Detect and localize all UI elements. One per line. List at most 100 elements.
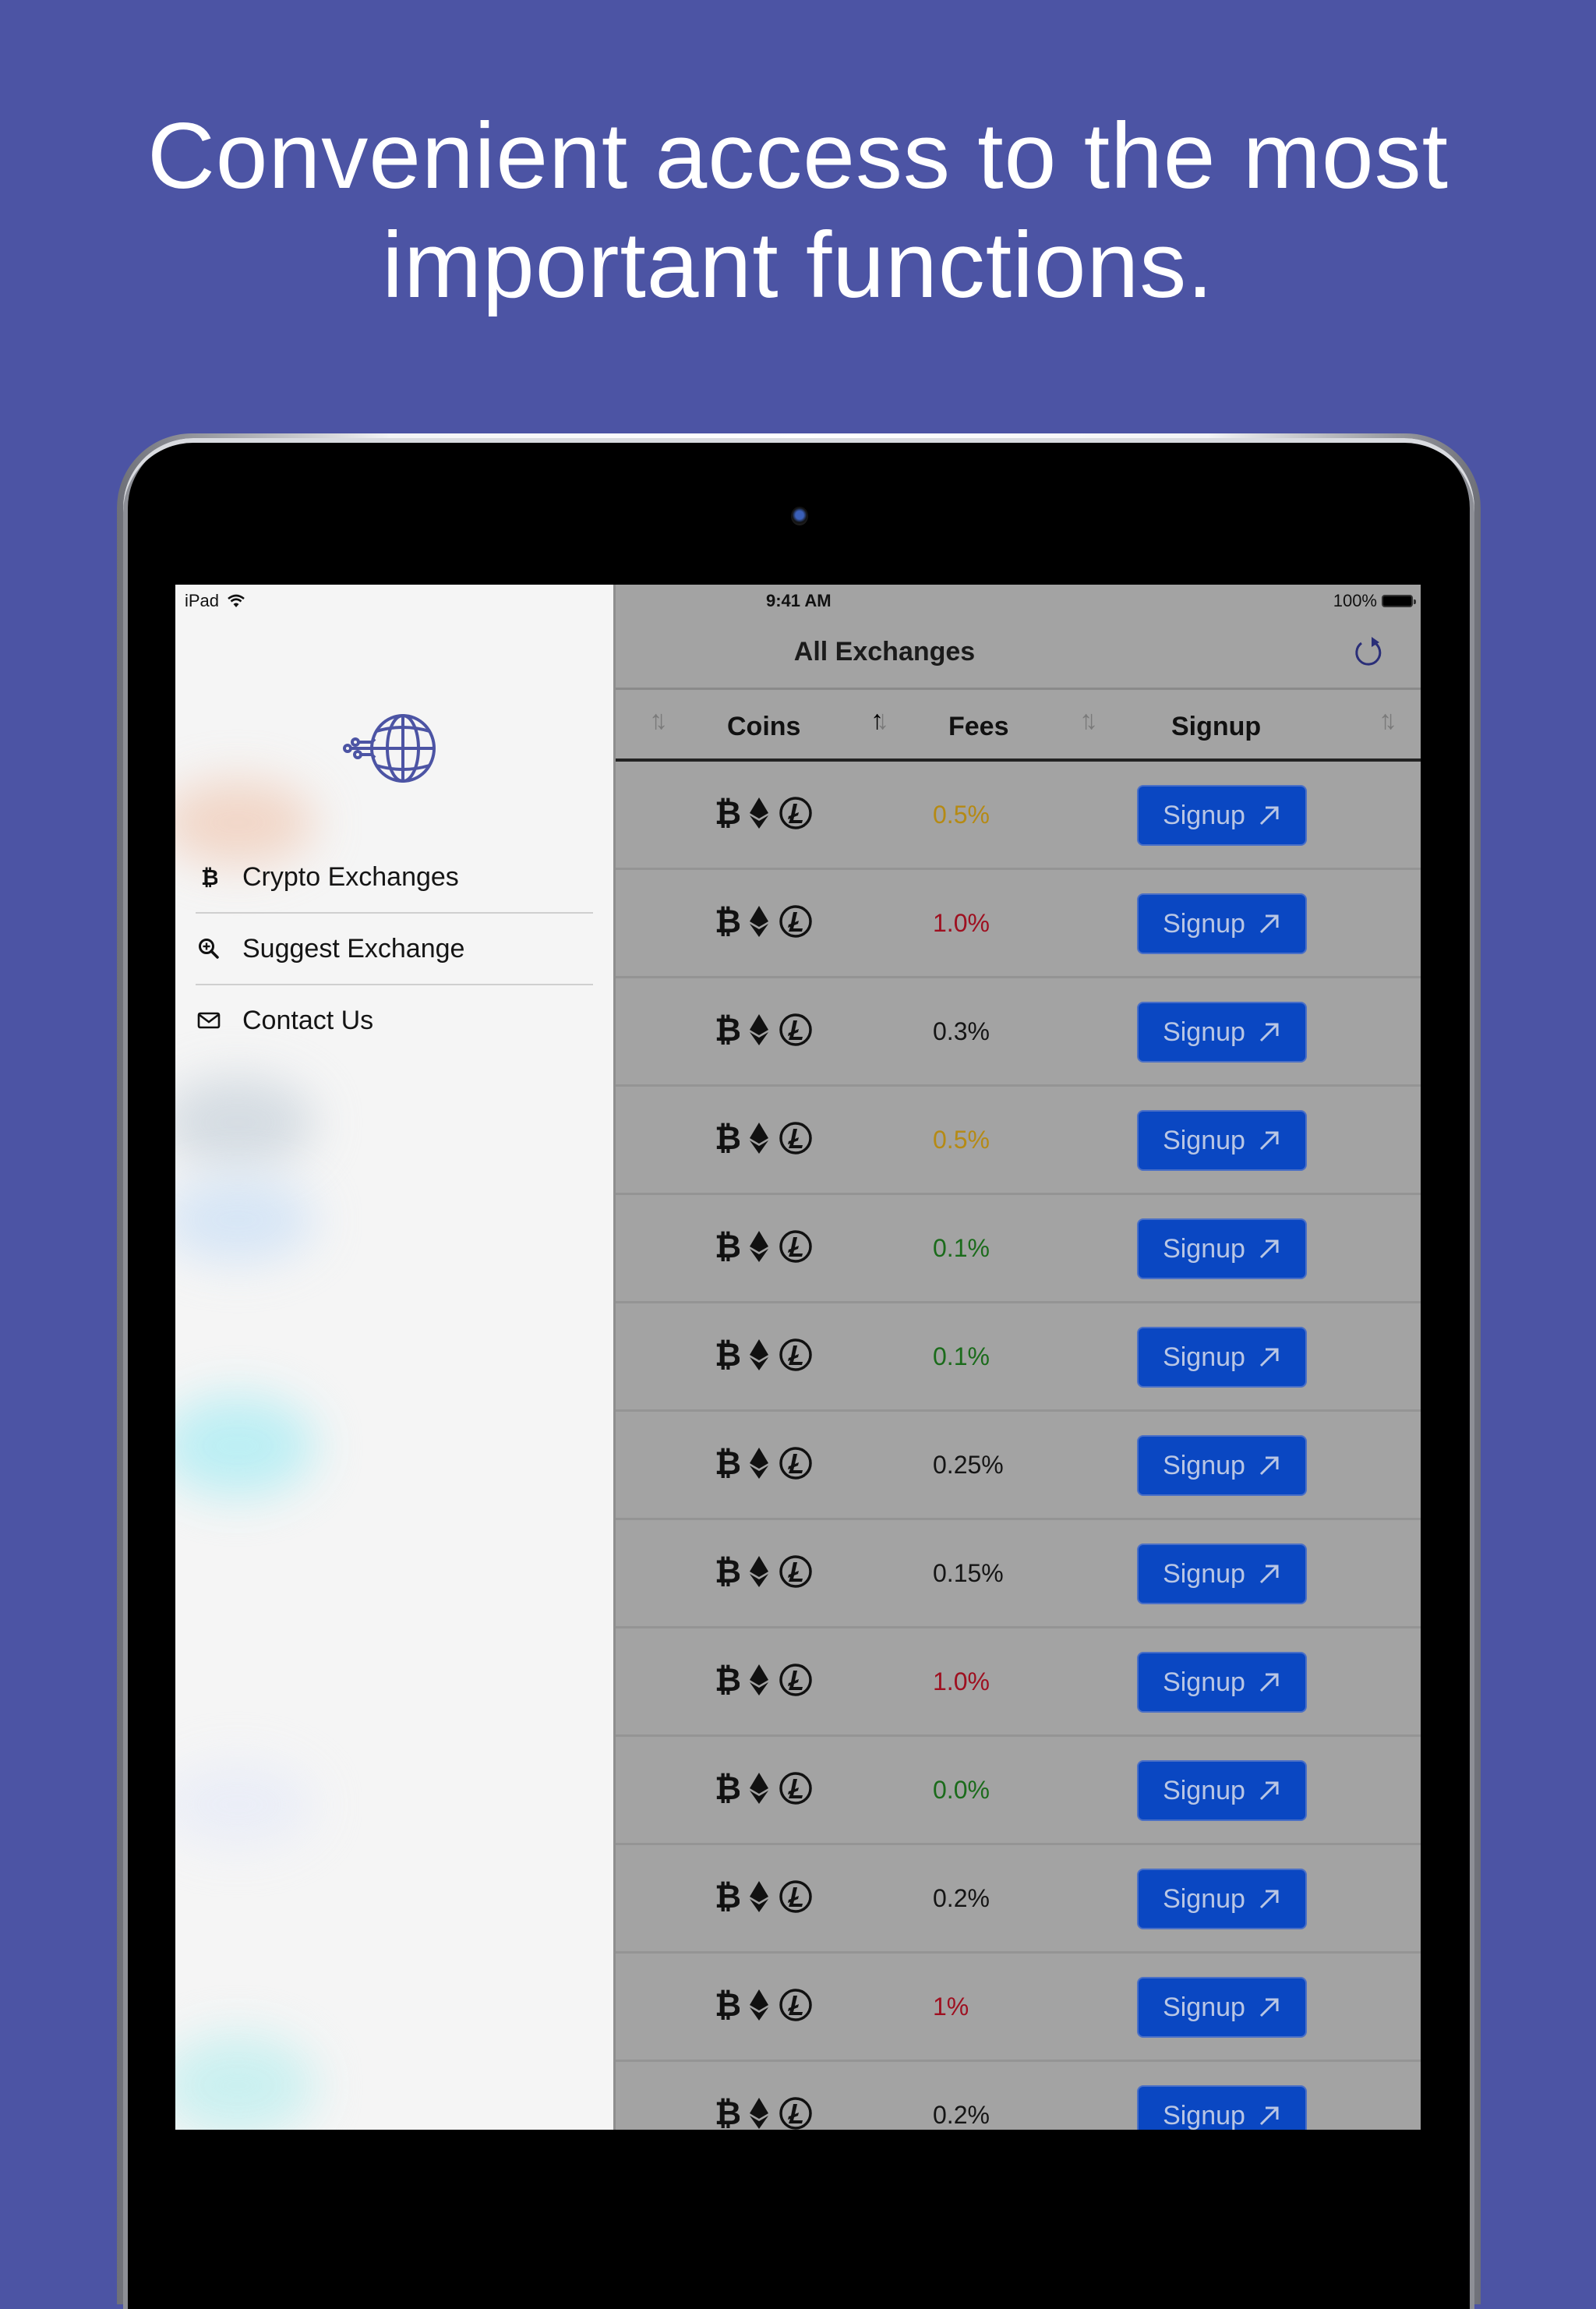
signup-button[interactable]: Signup bbox=[1137, 1543, 1307, 1604]
bitcoin-icon: ₿ bbox=[715, 1771, 740, 1805]
battery-icon bbox=[1382, 595, 1416, 607]
column-header-coins[interactable]: Coins bbox=[727, 712, 800, 742]
signup-button[interactable]: Signup bbox=[1137, 2085, 1307, 2130]
svg-text:₿: ₿ bbox=[715, 1013, 740, 1047]
svg-text:₿: ₿ bbox=[715, 2096, 740, 2130]
signup-label: Signup bbox=[1163, 1450, 1245, 1480]
exchanges-view: All Exchanges ↑↓ Coins ↑↓ Fees ↑↓ Signup… bbox=[613, 585, 1421, 2130]
coin-list: ₿ bbox=[715, 1121, 813, 1155]
svg-text:₿: ₿ bbox=[201, 866, 217, 888]
external-link-arrow-icon bbox=[1259, 1239, 1279, 1259]
bitcoin-icon: ₿ bbox=[715, 1338, 740, 1372]
coin-list: ₿ bbox=[715, 1771, 813, 1805]
svg-text:₿: ₿ bbox=[715, 1663, 740, 1697]
sidebar-drawer: ₿ Crypto Exchanges Suggest Exchange Cont… bbox=[175, 585, 616, 2130]
coin-list: ₿ bbox=[715, 1013, 813, 1047]
fee-value: 0.1% bbox=[933, 1342, 990, 1370]
bitcoin-icon: ₿ bbox=[715, 1121, 740, 1155]
coin-list: ₿ bbox=[715, 1338, 813, 1372]
envelope-icon bbox=[196, 1007, 222, 1034]
signup-button[interactable]: Signup bbox=[1137, 1110, 1307, 1171]
bitcoin-icon: ₿ bbox=[715, 1229, 740, 1264]
fee-value: 0.2% bbox=[933, 2101, 990, 2129]
signup-label: Signup bbox=[1163, 1017, 1245, 1047]
litecoin-icon bbox=[779, 1664, 812, 1696]
svg-text:₿: ₿ bbox=[715, 1771, 740, 1805]
external-link-arrow-icon bbox=[1259, 1348, 1279, 1367]
sort-ascending-icon[interactable]: ↑↓ bbox=[870, 705, 889, 736]
external-link-arrow-icon bbox=[1259, 1781, 1279, 1801]
signup-button[interactable]: Signup bbox=[1137, 1869, 1307, 1929]
signup-button[interactable]: Signup bbox=[1137, 1435, 1307, 1496]
signup-button[interactable]: Signup bbox=[1137, 1218, 1307, 1279]
bitcoin-icon: ₿ bbox=[715, 1988, 740, 2022]
signup-button[interactable]: Signup bbox=[1137, 1760, 1307, 1821]
column-header-fees[interactable]: Fees bbox=[948, 712, 1009, 742]
coin-list: ₿ bbox=[715, 1879, 813, 1914]
signup-button[interactable]: Signup bbox=[1137, 1977, 1307, 2038]
svg-text:₿: ₿ bbox=[715, 1879, 740, 1914]
external-link-arrow-icon bbox=[1259, 1456, 1279, 1476]
ethereum-icon bbox=[750, 1556, 768, 1587]
signup-label: Signup bbox=[1163, 1125, 1245, 1155]
signup-label: Signup bbox=[1163, 1558, 1245, 1589]
ethereum-icon bbox=[750, 1448, 768, 1479]
litecoin-icon bbox=[779, 1772, 812, 1805]
svg-text:₿: ₿ bbox=[715, 1338, 740, 1372]
table-row: ₿ 0.5% Signup bbox=[613, 762, 1421, 870]
table-row: ₿ 0.1% Signup bbox=[613, 1195, 1421, 1303]
fee-value: 0.5% bbox=[933, 1126, 990, 1154]
sort-icon[interactable]: ↑↓ bbox=[649, 705, 668, 736]
refresh-icon[interactable] bbox=[1351, 635, 1386, 670]
bitcoin-icon: ₿ bbox=[196, 864, 222, 890]
table-row: ₿ 0.1% Signup bbox=[613, 1303, 1421, 1412]
litecoin-icon bbox=[779, 905, 812, 938]
sidebar-item-label: Suggest Exchange bbox=[242, 933, 465, 964]
signup-button[interactable]: Signup bbox=[1137, 1002, 1307, 1063]
coin-list: ₿ bbox=[715, 904, 813, 939]
signup-button[interactable]: Signup bbox=[1137, 785, 1307, 846]
bitcoin-icon: ₿ bbox=[715, 1554, 740, 1589]
ethereum-icon bbox=[750, 1339, 768, 1370]
signup-button[interactable]: Signup bbox=[1137, 1327, 1307, 1388]
sidebar-item-label: Contact Us bbox=[242, 1005, 374, 1035]
exchange-table: ₿ 0.5% Signup ₿ 1.0% Signup ₿ 0.3% Signu… bbox=[613, 762, 1421, 2130]
bitcoin-icon: ₿ bbox=[715, 1879, 740, 1914]
signup-button[interactable]: Signup bbox=[1137, 893, 1307, 954]
ethereum-icon bbox=[750, 1989, 768, 2021]
sidebar-item-contact-us[interactable]: Contact Us bbox=[196, 985, 593, 1055]
litecoin-icon bbox=[779, 2097, 812, 2130]
fee-value: 0.5% bbox=[933, 801, 990, 829]
table-row: ₿ 0.0% Signup bbox=[613, 1737, 1421, 1845]
sidebar-item-suggest-exchange[interactable]: Suggest Exchange bbox=[196, 914, 593, 985]
headline-line-1: Convenient access to the most bbox=[147, 104, 1449, 208]
ethereum-icon bbox=[750, 1123, 768, 1154]
litecoin-icon bbox=[779, 1013, 812, 1046]
ethereum-icon bbox=[750, 1773, 768, 1804]
sort-icon[interactable]: ↑↓ bbox=[1079, 705, 1098, 736]
table-row: ₿ 0.2% Signup bbox=[613, 1845, 1421, 1954]
fee-value: 1% bbox=[933, 1993, 969, 2021]
svg-text:₿: ₿ bbox=[715, 1229, 740, 1264]
external-link-arrow-icon bbox=[1259, 1673, 1279, 1692]
coin-list: ₿ bbox=[715, 1554, 813, 1589]
fee-value: 0.2% bbox=[933, 1884, 990, 1912]
fee-value: 1.0% bbox=[933, 1667, 990, 1696]
signup-button[interactable]: Signup bbox=[1137, 1652, 1307, 1713]
litecoin-icon bbox=[779, 797, 812, 829]
headline: Convenient access to the most important … bbox=[0, 101, 1596, 320]
table-row: ₿ 1% Signup bbox=[613, 1954, 1421, 2062]
external-link-arrow-icon bbox=[1259, 2106, 1279, 2126]
table-row: ₿ 0.2% Signup bbox=[613, 2062, 1421, 2130]
column-header-signup[interactable]: Signup bbox=[1171, 712, 1261, 742]
sidebar-item-crypto-exchanges[interactable]: ₿ Crypto Exchanges bbox=[196, 842, 593, 914]
table-header: ↑↓ Coins ↑↓ Fees ↑↓ Signup ↑↓ bbox=[613, 690, 1421, 762]
sort-icon[interactable]: ↑↓ bbox=[1379, 705, 1397, 736]
ethereum-icon bbox=[750, 1014, 768, 1045]
external-link-arrow-icon bbox=[1259, 914, 1279, 934]
external-link-arrow-icon bbox=[1259, 1890, 1279, 1909]
table-row: ₿ 0.5% Signup bbox=[613, 1087, 1421, 1195]
table-row: ₿ 1.0% Signup bbox=[613, 1628, 1421, 1737]
table-row: ₿ 0.15% Signup bbox=[613, 1520, 1421, 1628]
bitcoin-icon: ₿ bbox=[715, 904, 740, 939]
